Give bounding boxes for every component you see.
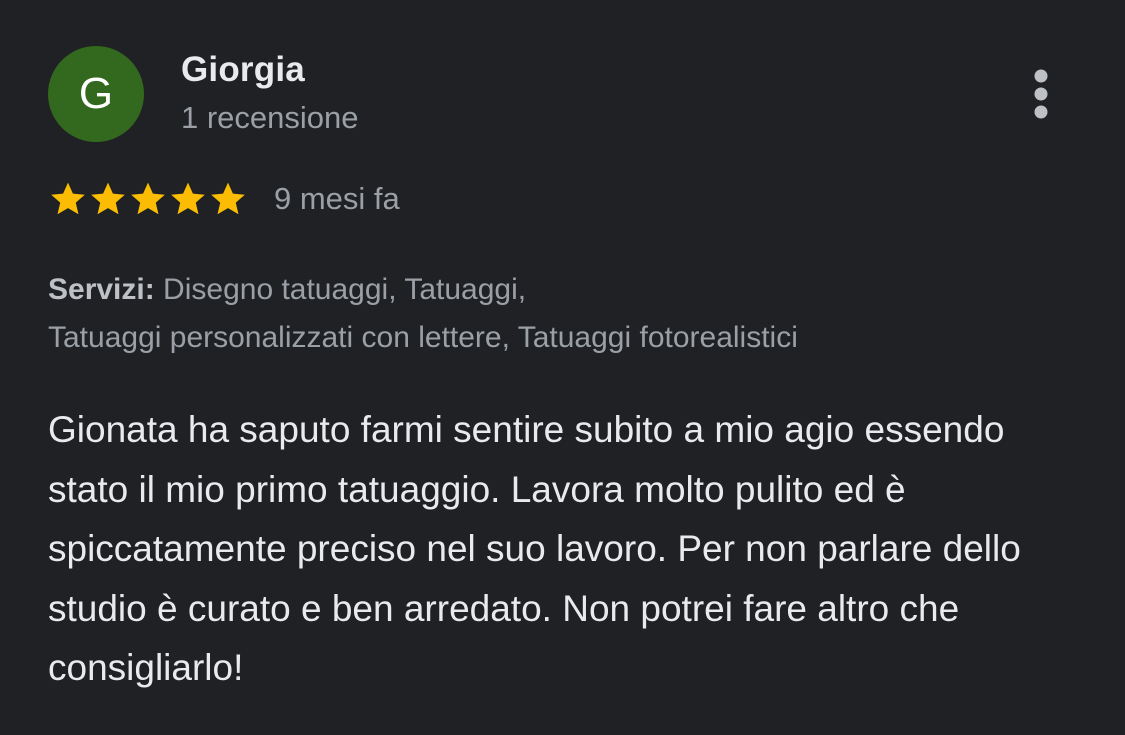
services-label: Servizi: — [48, 273, 155, 306]
star-icon — [51, 182, 85, 215]
avatar[interactable]: G — [48, 46, 144, 142]
reviewer-review-count: 1 recensione — [181, 100, 359, 135]
star-icon — [171, 182, 205, 215]
more-options-button[interactable] — [1016, 64, 1066, 124]
review-text: Gionata ha saputo farmi sentire subito a… — [48, 409, 1021, 688]
star-icon — [91, 182, 125, 215]
rating-row: 9 mesi fa — [48, 176, 400, 222]
star-icon — [131, 182, 165, 215]
reviewer-name[interactable]: Giorgia — [181, 50, 305, 90]
star-icon — [211, 182, 245, 215]
review-date: 9 mesi fa — [274, 181, 400, 216]
services-list-line2: Tatuaggi personalizzati con lettere, Tat… — [48, 321, 798, 354]
review-card: G Giorgia 1 recensione 9 mesi fa Servizi… — [0, 0, 1125, 735]
services-list-line1: Disegno tatuaggi, Tatuaggi, — [154, 273, 527, 306]
avatar-initial: G — [78, 69, 114, 118]
services-section: Servizi: Disegno tatuaggi, Tatuaggi, Tat… — [48, 266, 1078, 362]
star-rating — [48, 179, 248, 219]
more-vert-icon — [1034, 69, 1048, 119]
